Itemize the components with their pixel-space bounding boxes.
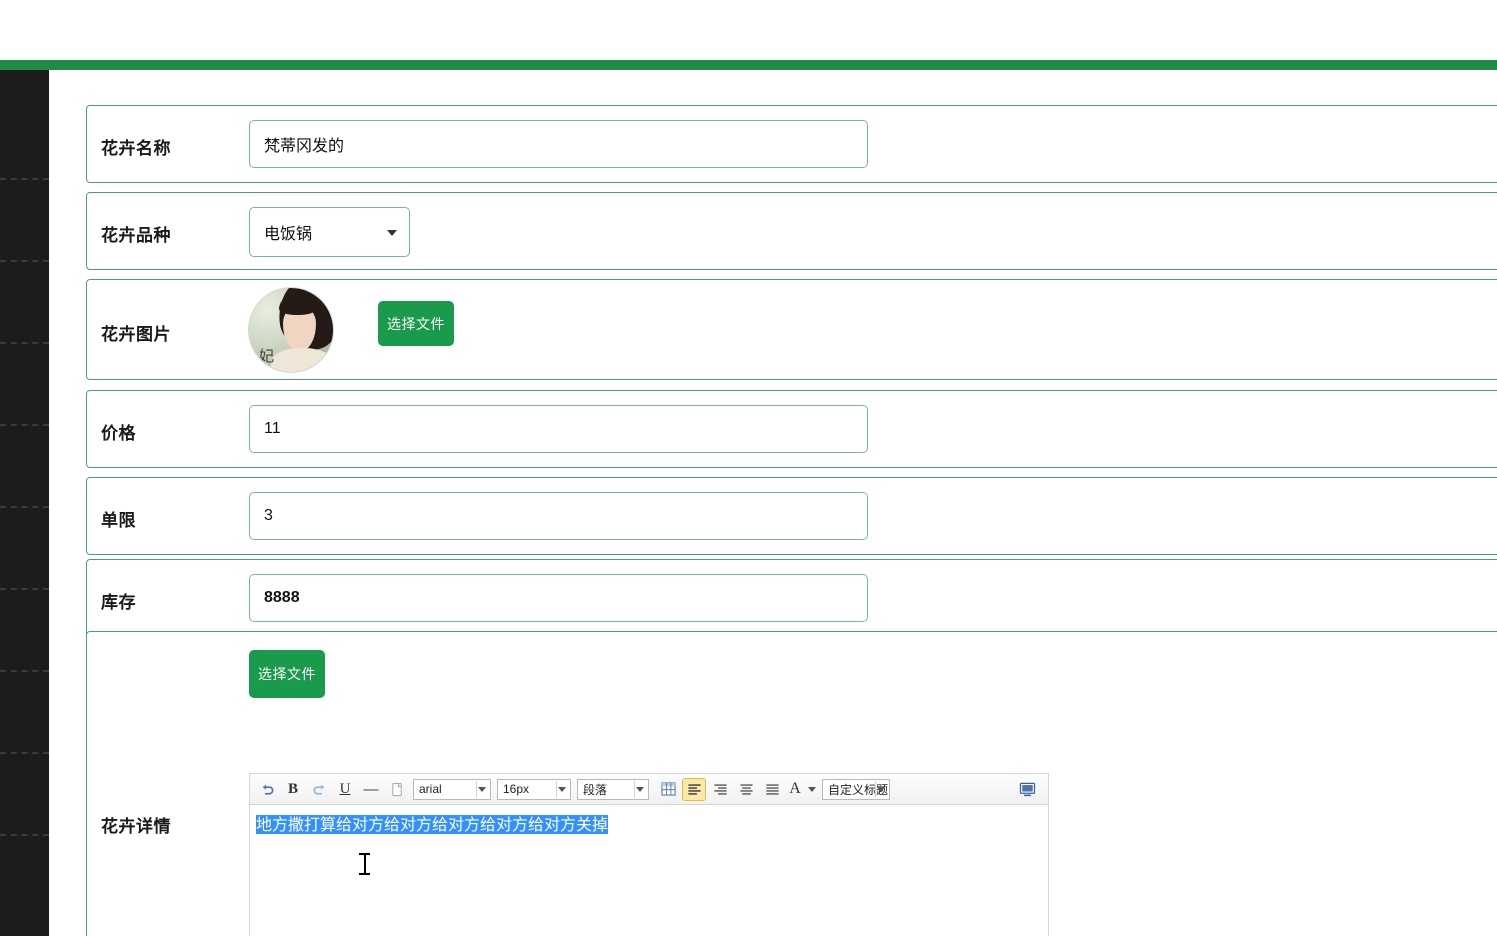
- price-input[interactable]: [249, 405, 868, 453]
- font-family-value: arial: [419, 782, 442, 796]
- sidebar-divider: [0, 260, 49, 262]
- flower-image-thumbnail[interactable]: 妃: [249, 288, 333, 372]
- label-limit: 单限: [101, 511, 136, 530]
- undo-icon[interactable]: [255, 778, 279, 801]
- select-divider: [634, 780, 635, 798]
- sidebar-divider: [0, 342, 49, 344]
- sidebar-divider: [0, 506, 49, 508]
- sidebar-divider: [0, 670, 49, 672]
- editor-selected-text[interactable]: 地方撒打算给对方给对方给对方给对方给对方关掉: [256, 815, 609, 834]
- chevron-down-icon: [636, 787, 644, 792]
- fullscreen-icon[interactable]: [1015, 778, 1039, 801]
- select-divider: [476, 780, 477, 798]
- flower-variety-select[interactable]: 电饭锅: [249, 207, 410, 257]
- stock-input[interactable]: [249, 574, 868, 622]
- chevron-down-icon: [478, 787, 486, 792]
- editor-toolbar: B U — arial 16px 段落 A 自定义标题: [250, 774, 1048, 805]
- font-size-value: 16px: [503, 782, 530, 796]
- strikethrough-button[interactable]: —: [359, 778, 383, 801]
- form-row-variety: 花卉品种 电饭锅: [86, 192, 1497, 270]
- font-size-select[interactable]: 16px: [497, 778, 571, 800]
- sidebar-divider: [0, 752, 49, 754]
- font-family-select[interactable]: arial: [413, 778, 491, 800]
- avatar-body: [270, 348, 333, 372]
- label-price: 价格: [101, 424, 136, 443]
- form-row-name: 花卉名称: [86, 105, 1497, 183]
- bold-button[interactable]: B: [281, 778, 305, 801]
- form-area: 花卉名称 花卉品种 电饭锅 花卉图片 妃 选择文件: [49, 70, 1497, 936]
- avatar-hair-front: [279, 293, 317, 315]
- chevron-down-icon: [877, 787, 885, 792]
- text-color-button[interactable]: A: [786, 778, 804, 801]
- label-flower-image: 花卉图片: [101, 325, 171, 344]
- label-flower-variety: 花卉品种: [101, 226, 171, 245]
- align-center-button[interactable]: [734, 778, 758, 801]
- custom-title-select[interactable]: 自定义标题: [822, 778, 890, 800]
- sidebar-divider: [0, 588, 49, 590]
- flower-name-input[interactable]: [249, 120, 868, 168]
- form-row-stock: 库存: [86, 559, 1497, 637]
- form-row-image: 花卉图片 妃 选择文件: [86, 279, 1497, 380]
- label-flower-detail: 花卉详情: [101, 817, 171, 836]
- sidebar-divider: [0, 178, 49, 180]
- sidebar-divider: [0, 424, 49, 426]
- table-icon[interactable]: [656, 778, 680, 801]
- underline-button[interactable]: U: [333, 778, 357, 801]
- top-green-bar: [0, 60, 1497, 70]
- paragraph-style-value: 段落: [583, 782, 608, 797]
- label-flower-name: 花卉名称: [101, 139, 171, 158]
- redo-icon[interactable]: [307, 778, 331, 801]
- sidebar-divider: [0, 834, 49, 836]
- form-row-price: 价格: [86, 390, 1497, 468]
- avatar-watermark: 妃: [259, 347, 275, 366]
- page-top-whitespace: [0, 0, 1497, 60]
- paste-icon[interactable]: [385, 778, 409, 801]
- align-right-button[interactable]: [708, 778, 732, 801]
- paragraph-style-select[interactable]: 段落: [577, 778, 649, 800]
- select-divider: [875, 780, 876, 798]
- align-left-button[interactable]: [682, 777, 706, 801]
- chevron-down-icon: [558, 787, 566, 792]
- left-sidebar[interactable]: [0, 70, 49, 936]
- align-justify-button[interactable]: [760, 778, 784, 801]
- chevron-down-icon: [387, 230, 397, 236]
- rich-text-editor: B U — arial 16px 段落 A 自定义标题 地方撒打算给对方给对方给…: [249, 773, 1049, 936]
- limit-input[interactable]: [249, 492, 868, 540]
- text-color-dropdown-icon[interactable]: [806, 778, 818, 801]
- text-cursor-icon: [359, 853, 370, 875]
- choose-file-button-image[interactable]: 选择文件: [378, 301, 454, 346]
- form-row-limit: 单限: [86, 477, 1497, 555]
- label-stock: 库存: [101, 593, 136, 612]
- select-divider: [556, 780, 557, 798]
- editor-content-area[interactable]: 地方撒打算给对方给对方给对方给对方给对方关掉: [250, 805, 1048, 936]
- flower-variety-value: 电饭锅: [264, 226, 313, 243]
- choose-file-button-detail[interactable]: 选择文件: [249, 650, 325, 698]
